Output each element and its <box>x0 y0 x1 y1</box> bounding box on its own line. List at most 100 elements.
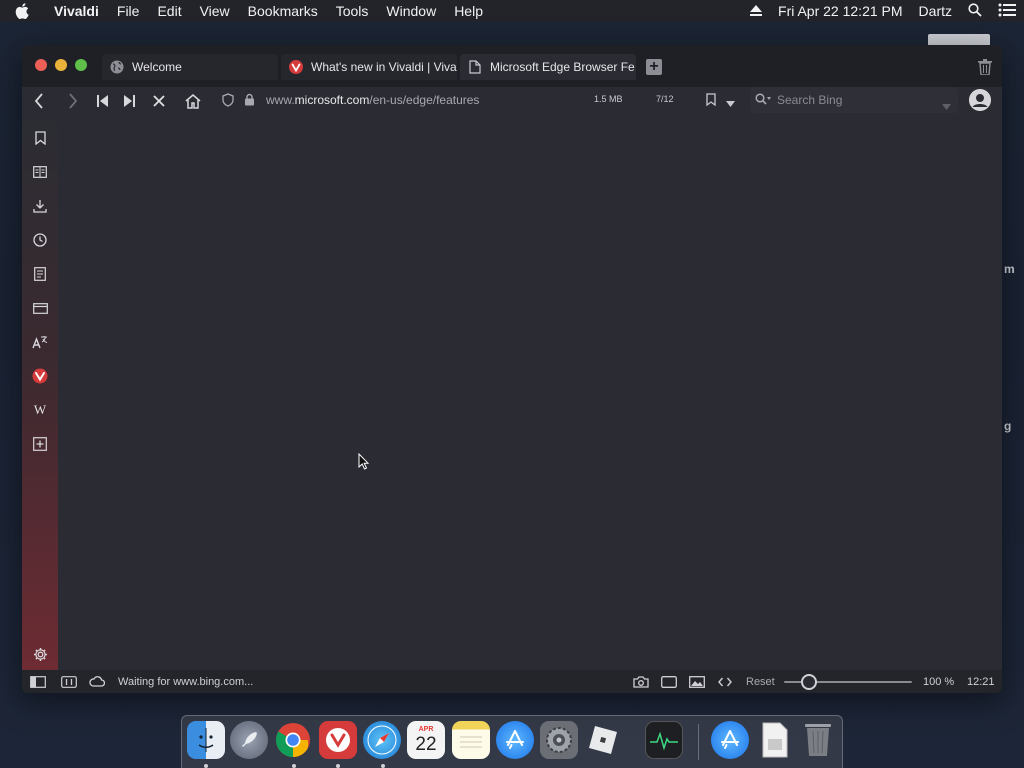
tab-tiling-icon[interactable] <box>61 675 77 688</box>
running-indicator <box>381 764 385 768</box>
desktop-text-fragment: g <box>1004 419 1012 433</box>
eject-icon[interactable] <box>742 3 770 19</box>
calendar-day: 22 <box>415 733 437 755</box>
notes-icon[interactable] <box>31 265 49 283</box>
address-field[interactable]: www.microsoft.com/en-us/edge/features 1.… <box>216 87 746 113</box>
running-indicator <box>292 764 296 768</box>
trash-icon[interactable] <box>799 721 837 759</box>
panel-toggle-icon[interactable] <box>30 675 46 688</box>
menu-view[interactable]: View <box>191 3 239 19</box>
calendar-icon[interactable]: APR 22 <box>407 721 445 759</box>
control-center-icon[interactable] <box>990 3 1024 20</box>
new-tab-button[interactable]: + <box>646 59 662 75</box>
page-size-badge: 1.5 MB <box>594 94 623 104</box>
minimize-window-button[interactable] <box>55 59 67 71</box>
zoom-slider-thumb[interactable] <box>801 674 817 690</box>
forward-button[interactable] <box>63 91 83 111</box>
cloud-sync-icon[interactable] <box>89 675 105 688</box>
translate-icon[interactable] <box>31 333 49 351</box>
tab-bar: Welcome What's new in Vivaldi | Viva Mic… <box>22 45 1002 87</box>
search-dropdown-chevron-icon[interactable] <box>942 97 951 115</box>
tab-title: Welcome <box>132 60 182 74</box>
launchpad-icon[interactable] <box>230 721 268 759</box>
notes-app-icon[interactable] <box>452 721 490 759</box>
activity-monitor-icon[interactable] <box>645 721 683 759</box>
zoom-reset-button[interactable]: Reset <box>746 676 775 688</box>
tile-window-icon[interactable] <box>661 675 677 688</box>
capture-camera-icon[interactable] <box>633 675 649 688</box>
shield-icon[interactable] <box>222 93 234 110</box>
profile-avatar[interactable] <box>969 89 991 111</box>
menu-edit[interactable]: Edit <box>148 3 190 19</box>
address-dropdown-chevron-icon[interactable] <box>726 96 735 110</box>
settings-gear-icon[interactable] <box>31 645 49 663</box>
spotlight-search-icon[interactable] <box>960 2 990 20</box>
menu-app-name[interactable]: Vivaldi <box>44 3 108 19</box>
dock-separator <box>698 724 699 760</box>
search-engine-icon[interactable] <box>755 93 771 112</box>
tab-whats-new-vivaldi[interactable]: What's new in Vivaldi | Viva <box>281 54 457 80</box>
resource-count-badge: 7/12 <box>656 94 674 104</box>
address-toolbar: www.microsoft.com/en-us/edge/features 1.… <box>22 87 1002 115</box>
status-bar: Waiting for www.bing.com... Reset 100 % … <box>22 670 1002 693</box>
globe-icon <box>110 60 124 74</box>
running-indicator <box>204 764 208 768</box>
reading-list-icon[interactable] <box>31 163 49 181</box>
fast-forward-button[interactable] <box>119 91 139 111</box>
page-content-area[interactable] <box>58 115 1002 670</box>
rewind-button[interactable] <box>93 91 113 111</box>
menu-tools[interactable]: Tools <box>327 3 378 19</box>
status-clock: 12:21 <box>967 676 995 688</box>
window-panel-icon[interactable] <box>31 299 49 317</box>
back-button[interactable] <box>29 91 49 111</box>
vivaldi-icon <box>289 60 303 74</box>
close-window-button[interactable] <box>35 59 47 71</box>
url-path: /en-us/edge/features <box>369 93 480 107</box>
image-display-icon[interactable] <box>689 675 705 688</box>
status-text: Waiting for www.bing.com... <box>118 676 254 688</box>
url-domain: microsoft.com <box>294 93 370 107</box>
menu-bookmarks[interactable]: Bookmarks <box>239 3 327 19</box>
tab-title: Microsoft Edge Browser Fe <box>490 60 635 74</box>
finder-icon[interactable] <box>187 721 225 759</box>
menu-file[interactable]: File <box>108 3 149 19</box>
home-button[interactable] <box>183 91 203 111</box>
app-store-download-icon[interactable] <box>711 721 749 759</box>
search-field[interactable] <box>750 87 958 113</box>
history-icon[interactable] <box>31 231 49 249</box>
tab-microsoft-edge-features[interactable]: Microsoft Edge Browser Fe <box>460 54 636 80</box>
stop-loading-button[interactable] <box>149 91 169 111</box>
system-preferences-icon[interactable] <box>540 721 578 759</box>
running-indicator <box>336 764 340 768</box>
page-actions-code-icon[interactable] <box>717 675 733 688</box>
tab-welcome[interactable]: Welcome <box>102 54 278 80</box>
side-panel: W <box>22 115 58 670</box>
tab-title: What's new in Vivaldi | Viva <box>311 60 457 74</box>
desktop-text-fragment: m <box>1004 262 1015 276</box>
macos-menubar: Vivaldi File Edit View Bookmarks Tools W… <box>0 0 1024 22</box>
roblox-icon[interactable] <box>584 721 622 759</box>
google-chrome-icon[interactable] <box>274 721 312 759</box>
app-store-icon[interactable] <box>496 721 534 759</box>
menu-help[interactable]: Help <box>445 3 492 19</box>
menubar-user[interactable]: Dartz <box>911 3 960 19</box>
bookmarks-icon[interactable] <box>31 129 49 147</box>
document-icon <box>468 60 482 74</box>
menu-window[interactable]: Window <box>377 3 445 19</box>
add-web-panel-icon[interactable] <box>31 435 49 453</box>
search-input[interactable] <box>777 92 937 108</box>
bookmark-page-icon[interactable] <box>706 93 716 109</box>
closed-tabs-trash-icon[interactable] <box>978 59 992 76</box>
apple-menu-icon[interactable] <box>0 3 44 19</box>
vivaldi-app-icon[interactable] <box>319 721 357 759</box>
lock-icon[interactable] <box>244 93 255 109</box>
preview-document-icon[interactable] <box>756 721 794 759</box>
downloads-icon[interactable] <box>31 197 49 215</box>
menubar-clock[interactable]: Fri Apr 22 12:21 PM <box>770 3 911 19</box>
zoom-window-button[interactable] <box>75 59 87 71</box>
safari-icon[interactable] <box>363 721 401 759</box>
wikipedia-icon[interactable]: W <box>31 401 49 419</box>
vivaldi-web-panel-icon[interactable] <box>31 367 49 385</box>
zoom-level: 100 % <box>923 676 955 688</box>
url-text: www.microsoft.com/en-us/edge/features <box>266 93 479 107</box>
